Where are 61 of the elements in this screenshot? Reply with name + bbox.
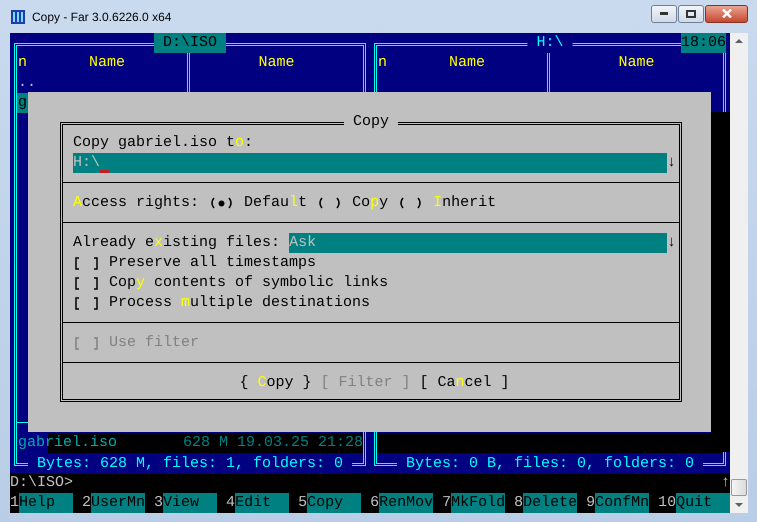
radio-label[interactable]: Copy xyxy=(352,193,388,213)
clock: 18:06 xyxy=(680,33,726,53)
column-header: Name xyxy=(449,53,486,73)
input-value: H:\ xyxy=(73,153,100,173)
command-prompt[interactable]: D:\ISO> xyxy=(10,473,721,493)
key-number: 3 xyxy=(154,493,164,513)
key-label[interactable]: Edit xyxy=(235,493,290,513)
dialog-button[interactable]: [ Cancel ] xyxy=(420,373,510,393)
app-icon xyxy=(10,8,26,24)
key-label[interactable]: Help xyxy=(19,493,74,513)
panel-path[interactable]: D:\ISO xyxy=(154,33,226,53)
combo-label: Already existing files: xyxy=(73,233,280,253)
maximize-button[interactable] xyxy=(678,4,704,22)
key-label[interactable]: Delete xyxy=(523,493,578,513)
key-number: 8 xyxy=(514,493,524,513)
column-header: Name xyxy=(89,53,126,73)
key-number: 5 xyxy=(298,493,308,513)
column-header: n xyxy=(377,53,388,73)
panel-summary: Bytes: 0 B, files: 0, folders: 0 xyxy=(396,454,704,474)
key-label[interactable]: RenMov xyxy=(379,493,434,513)
key-label[interactable]: ConfMn xyxy=(595,493,650,513)
dropdown-arrow[interactable]: ↓ xyxy=(667,233,676,253)
key-number: 1 xyxy=(10,493,20,513)
dialog-button[interactable]: { Copy } xyxy=(239,373,312,393)
destination-input[interactable]: H:\ xyxy=(73,153,667,173)
file-size: 628 M xyxy=(182,433,228,453)
checkbox-label[interactable]: Process multiple destinations xyxy=(109,293,370,313)
file-time: 21:28 xyxy=(318,433,363,453)
key-number: 6 xyxy=(370,493,380,513)
scrollbar-thumb[interactable] xyxy=(731,479,747,496)
checkbox-label[interactable]: Copy contents of symbolic links xyxy=(109,273,388,293)
column-header: n xyxy=(17,53,28,73)
close-button[interactable] xyxy=(705,4,748,22)
key-label[interactable]: View xyxy=(163,493,218,513)
key-label[interactable]: Quit xyxy=(676,493,730,513)
column-header: Name xyxy=(618,53,654,73)
key-number: 10 xyxy=(658,493,676,513)
key-number: 7 xyxy=(442,493,452,513)
key-label[interactable]: Copy xyxy=(307,493,362,513)
maximize-icon xyxy=(686,10,696,18)
field-label: Copy gabriel.iso to: xyxy=(73,133,254,153)
minimize-icon xyxy=(660,12,668,15)
radio-label[interactable]: Default xyxy=(244,193,308,213)
radio-group-label: Access rights: xyxy=(73,193,200,213)
scroll-indicator: ↑ xyxy=(720,473,730,493)
key-number: 4 xyxy=(226,493,236,513)
dropdown-arrow[interactable]: ↓ xyxy=(667,153,676,173)
window-title: Copy - Far 3.0.6226.0 x64 xyxy=(32,10,172,24)
close-icon xyxy=(722,9,732,18)
radio-label[interactable]: Inherit xyxy=(433,193,496,213)
file-row[interactable]: .. xyxy=(17,73,187,93)
key-number: 2 xyxy=(82,493,92,513)
checkbox-label[interactable]: Preserve all timestamps xyxy=(109,253,316,273)
minimize-button[interactable] xyxy=(651,4,677,22)
key-number: 9 xyxy=(586,493,596,513)
key-label[interactable]: UserMn xyxy=(91,493,146,513)
panel-summary: Bytes: 628 M, files: 1, folders: 0 xyxy=(28,454,352,474)
existing-files-combo[interactable]: Ask xyxy=(289,233,667,253)
column-header: Name xyxy=(258,53,294,73)
file-date: 19.03.25 xyxy=(236,433,309,453)
key-label[interactable]: MkFold xyxy=(451,493,506,513)
